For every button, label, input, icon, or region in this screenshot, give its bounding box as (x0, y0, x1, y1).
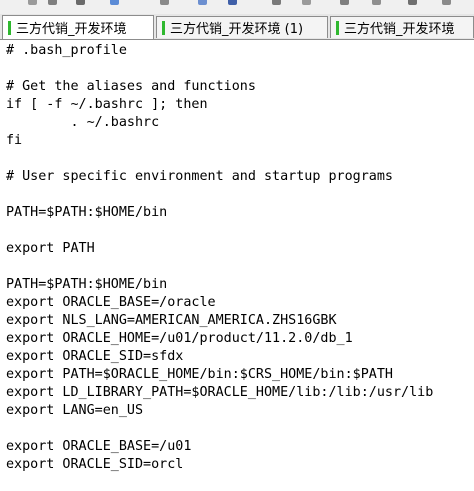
session-tab[interactable]: 三方代销_开发环境 (2, 15, 154, 39)
session-tab-bar: 三方代销_开发环境 三方代销_开发环境 (1) 三方代销_开发环境 (0, 14, 474, 40)
terminal-output[interactable]: # .bash_profile # Get the aliases and fu… (0, 40, 474, 491)
terminal-line: fi (6, 133, 23, 148)
terminal-line: export LANG=en_US (6, 403, 144, 418)
toolbar-icon[interactable] (442, 0, 451, 5)
toolbar (0, 0, 474, 14)
tab-label: 三方代销_开发环境 (344, 22, 455, 37)
terminal-line: export PATH=$ORACLE_HOME/bin:$CRS_HOME/b… (6, 367, 393, 382)
toolbar-icon[interactable] (228, 0, 237, 5)
terminal-line: export ORACLE_SID=orcl (6, 457, 184, 472)
session-tab[interactable]: 三方代销_开发环境 (1) (156, 16, 328, 38)
terminal-line: # Get the aliases and functions (6, 79, 256, 94)
terminal-line: export ORACLE_HOME=/u01/product/11.2.0/d… (6, 331, 353, 346)
toolbar-icon[interactable] (48, 0, 57, 5)
terminal-line: # User specific environment and startup … (6, 169, 393, 184)
toolbar-icon[interactable] (372, 0, 381, 5)
connected-status-icon (336, 20, 339, 35)
toolbar-icon[interactable] (408, 0, 417, 5)
terminal-line: export ORACLE_BASE=/u01 (6, 439, 192, 454)
toolbar-icon[interactable] (198, 0, 207, 5)
connected-status-icon (162, 20, 165, 35)
terminal-line: export NLS_LANG=AMERICAN_AMERICA.ZHS16GB… (6, 313, 337, 328)
toolbar-icon[interactable] (340, 0, 349, 5)
terminal-line: export PATH (6, 241, 95, 256)
toolbar-icon[interactable] (76, 0, 85, 5)
connected-status-icon (8, 20, 11, 35)
toolbar-icon[interactable] (302, 0, 311, 5)
terminal-window: 三方代销_开发环境 三方代销_开发环境 (1) 三方代销_开发环境 # .bas… (0, 0, 474, 491)
toolbar-icon[interactable] (272, 0, 281, 5)
terminal-line: if [ -f ~/.bashrc ]; then (6, 97, 208, 112)
terminal-line: PATH=$PATH:$HOME/bin (6, 277, 168, 292)
session-tab[interactable]: 三方代销_开发环境 (330, 16, 474, 38)
terminal-line: PATH=$PATH:$HOME/bin (6, 205, 168, 220)
terminal-line: . ~/.bashrc (6, 115, 160, 130)
terminal-line: export LD_LIBRARY_PATH=$ORACLE_HOME/lib:… (6, 385, 434, 400)
tab-label: 三方代销_开发环境 (16, 22, 127, 37)
terminal-line: # .bash_profile (6, 43, 127, 58)
tab-label: 三方代销_开发环境 (1) (170, 22, 304, 37)
terminal-line: export ORACLE_SID=sfdx (6, 349, 184, 364)
toolbar-icon[interactable] (160, 0, 169, 5)
terminal-line: export ORACLE_BASE=/oracle (6, 295, 216, 310)
toolbar-icon[interactable] (28, 0, 37, 5)
toolbar-icon[interactable] (110, 0, 119, 5)
